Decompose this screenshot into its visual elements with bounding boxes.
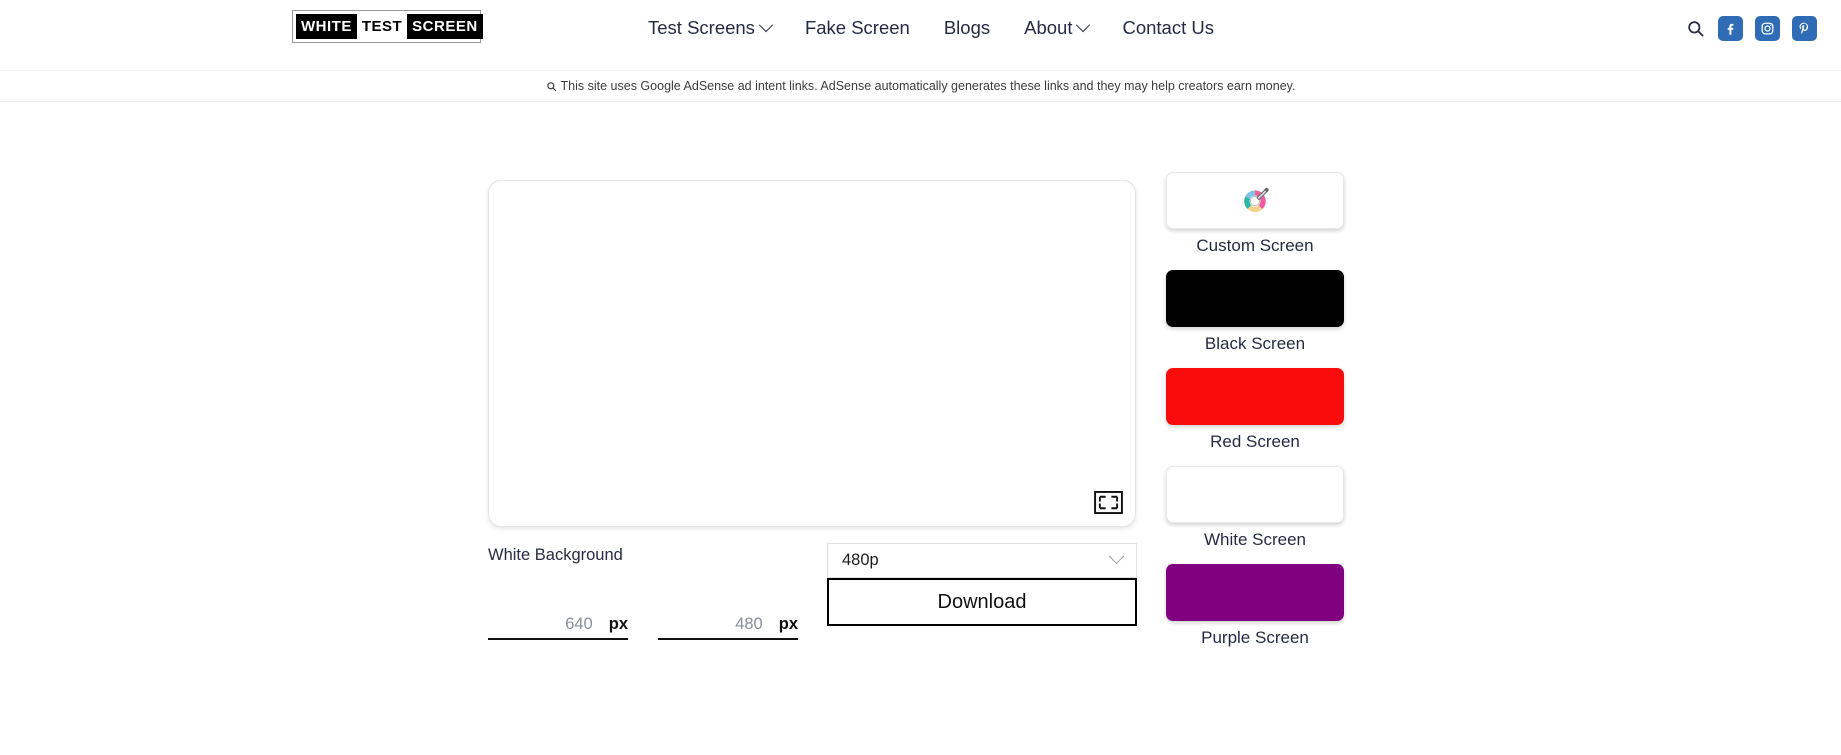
logo-segment-white: WHITE — [296, 14, 357, 39]
height-unit: px — [778, 615, 798, 633]
preset-label: Black Screen — [1204, 334, 1306, 353]
logo-segment-test: TEST — [356, 14, 408, 39]
nav-label: Test Screens — [648, 17, 755, 38]
resolution-value: 480p — [842, 551, 879, 569]
preset-label: White Screen — [1203, 530, 1307, 549]
screen-presets-list: Custom Screen Black Screen Red Screen Wh… — [1166, 172, 1344, 662]
preset-swatch[interactable] — [1166, 564, 1344, 621]
nav-item-contact-us[interactable]: Contact Us — [1122, 17, 1214, 39]
pinterest-icon[interactable] — [1792, 15, 1817, 41]
preset-custom-screen[interactable]: Custom Screen — [1166, 172, 1344, 256]
preset-swatch[interactable] — [1166, 270, 1344, 327]
color-picker-icon — [1244, 187, 1269, 212]
main-navigation: Test Screens Fake Screen Blogs About Con… — [648, 0, 1214, 56]
preset-black-screen[interactable]: Black Screen — [1166, 270, 1344, 354]
logo-segment-screen: SCREEN — [407, 14, 483, 39]
resolution-select[interactable]: 480p — [827, 543, 1137, 578]
adsense-notice-bar: This site uses Google AdSense ad intent … — [0, 70, 1841, 102]
preset-label: Purple Screen — [1201, 628, 1309, 647]
nav-label: Contact Us — [1122, 17, 1214, 38]
fullscreen-icon[interactable] — [1094, 491, 1123, 514]
notice-text: This site uses Google AdSense ad intent … — [560, 79, 1296, 93]
search-icon[interactable] — [1684, 17, 1706, 39]
screen-preview-panel[interactable] — [488, 180, 1136, 527]
nav-item-fake-screen[interactable]: Fake Screen — [805, 17, 910, 39]
chevron-down-icon — [1076, 18, 1091, 33]
notice-content: This site uses Google AdSense ad intent … — [546, 79, 1296, 93]
preset-label: Custom Screen — [1196, 236, 1314, 255]
preset-white-screen[interactable]: White Screen — [1166, 466, 1344, 550]
nav-item-about[interactable]: About — [1024, 17, 1091, 39]
search-icon — [546, 81, 556, 91]
nav-label: About — [1024, 17, 1073, 38]
download-button[interactable]: Download — [827, 578, 1137, 626]
width-input[interactable]: 640 px — [488, 600, 628, 640]
background-label: White Background — [488, 546, 623, 564]
nav-label: Fake Screen — [804, 17, 910, 38]
height-value: 480 — [735, 615, 763, 633]
instagram-icon[interactable] — [1755, 15, 1780, 41]
site-logo[interactable]: WHITE TEST SCREEN — [292, 10, 483, 43]
nav-label: Blogs — [943, 17, 991, 38]
header-actions — [1684, 0, 1817, 56]
preset-swatch[interactable] — [1166, 466, 1344, 523]
nav-item-test-screens[interactable]: Test Screens — [648, 17, 774, 39]
height-input[interactable]: 480 px — [658, 600, 798, 640]
site-header: WHITE TEST SCREEN Test Screens Fake Scre… — [0, 0, 1841, 56]
width-unit: px — [608, 615, 628, 633]
facebook-icon[interactable] — [1718, 15, 1743, 41]
nav-item-blogs[interactable]: Blogs — [944, 17, 990, 39]
page-root: WHITE TEST SCREEN Test Screens Fake Scre… — [0, 0, 1841, 755]
chevron-down-icon — [1108, 548, 1125, 565]
preset-swatch[interactable] — [1166, 368, 1344, 425]
preset-label: Red Screen — [1210, 432, 1300, 451]
preset-purple-screen[interactable]: Purple Screen — [1166, 564, 1344, 648]
width-value: 640 — [565, 615, 593, 633]
preset-swatch[interactable] — [1166, 172, 1344, 229]
chevron-down-icon — [758, 18, 774, 33]
preset-red-screen[interactable]: Red Screen — [1166, 368, 1344, 452]
